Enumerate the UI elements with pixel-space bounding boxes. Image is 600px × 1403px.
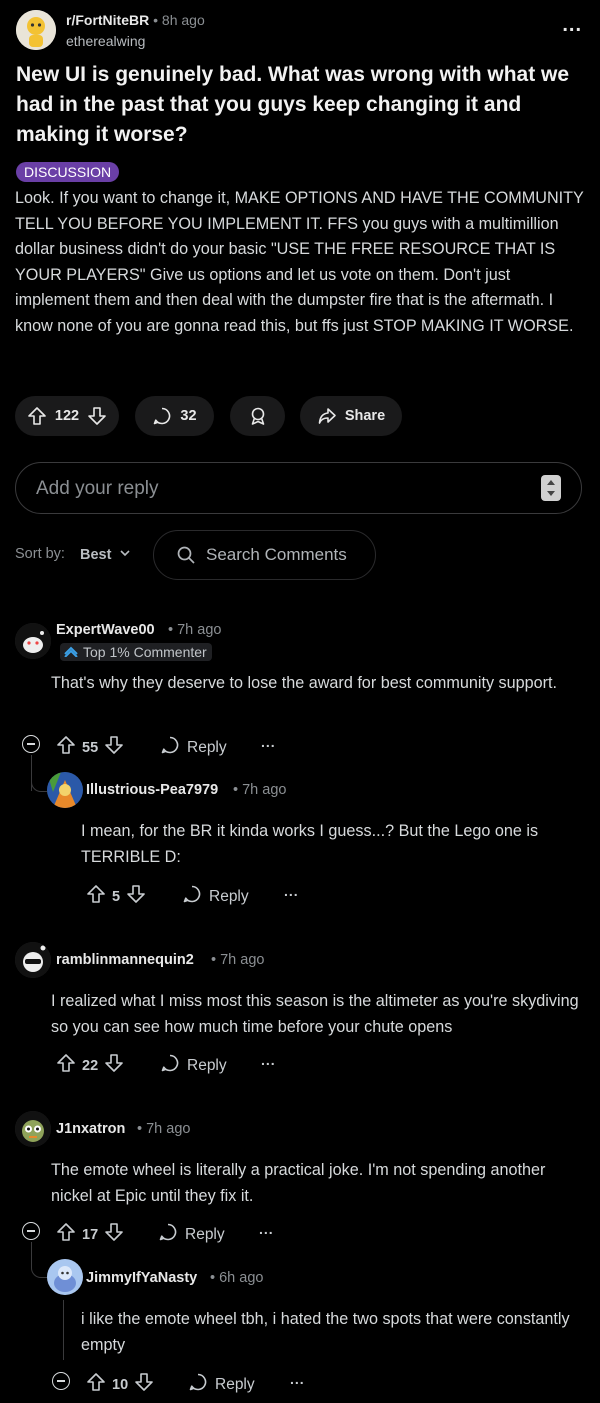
search-placeholder: Search Comments [206, 545, 347, 564]
reply-label: Reply [215, 1375, 255, 1393]
upvote-icon[interactable] [56, 735, 76, 760]
reply-button[interactable]: Reply [188, 1372, 255, 1397]
sort-value: Best [80, 547, 112, 563]
comments-button[interactable]: 32 [135, 396, 214, 436]
comment-icon [188, 1372, 208, 1397]
separator-dot: • [153, 12, 162, 28]
award-button[interactable] [230, 396, 285, 436]
reply-label: Reply [187, 1056, 227, 1074]
collapse-thread-icon[interactable] [52, 1372, 70, 1390]
comment-vote-control: 55 [56, 735, 124, 760]
post-body: Look. If you want to change it, MAKE OPT… [15, 189, 584, 335]
comment-time: • 7h ago [137, 1121, 191, 1137]
post-more-button[interactable]: ... [562, 14, 582, 37]
reply-label: Reply [187, 738, 227, 756]
comment-time: • 7h ago [168, 622, 222, 638]
comment-author[interactable]: JimmyIfYaNasty [86, 1270, 197, 1286]
reply-button[interactable]: Reply [160, 735, 227, 760]
sort-dropdown[interactable]: Best [80, 546, 131, 564]
avatar[interactable] [15, 1111, 51, 1147]
comment-text: That's why they deserve to lose the awar… [51, 674, 558, 692]
upvote-icon[interactable] [86, 1372, 106, 1397]
comment-vote-control: 5 [86, 884, 146, 909]
award-icon [248, 406, 268, 426]
comment-more-button[interactable]: ... [284, 883, 299, 899]
reply-label: Reply [185, 1225, 225, 1243]
comment-vote-control: 17 [56, 1222, 124, 1247]
comment-icon [152, 406, 172, 426]
comment-vote-count: 10 [112, 1376, 129, 1393]
collapse-thread-icon[interactable] [22, 735, 40, 753]
reply-button[interactable]: Reply [160, 1053, 227, 1078]
upvote-icon[interactable] [27, 406, 47, 426]
comment-icon [182, 884, 202, 909]
post-title: New UI is genuinely bad. What was wrong … [16, 63, 570, 146]
reply-scroll-handle[interactable] [541, 475, 561, 501]
comment-icon [158, 1222, 178, 1247]
comment-icon [160, 1053, 180, 1078]
downvote-icon[interactable] [104, 735, 124, 760]
upvote-icon[interactable] [86, 884, 106, 909]
downvote-icon[interactable] [104, 1222, 124, 1247]
collapse-thread-icon[interactable] [22, 1222, 40, 1240]
comment-more-button[interactable]: ... [290, 1371, 305, 1387]
vote-count: 122 [54, 408, 80, 424]
reply-button[interactable]: Reply [182, 884, 249, 909]
avatar[interactable] [47, 772, 83, 808]
comment-vote-control: 10 [86, 1372, 154, 1397]
upvote-icon[interactable] [56, 1222, 76, 1247]
comment-vote-count: 5 [112, 888, 121, 905]
badge-icon [64, 643, 78, 661]
comment-more-button[interactable]: ... [261, 1052, 276, 1068]
comment-vote-control: 22 [56, 1053, 124, 1078]
share-button[interactable]: Share [300, 396, 402, 436]
chevron-down-icon [119, 546, 131, 564]
post-meta: r/FortNiteBR • 8h ago [66, 12, 205, 28]
downvote-icon[interactable] [126, 884, 146, 909]
comment-text: The emote wheel is literally a practical… [51, 1161, 546, 1205]
vote-pill: 122 [15, 396, 119, 436]
subreddit-avatar[interactable] [16, 10, 56, 50]
sort-label: Sort by: [15, 546, 65, 562]
comment-author[interactable]: ramblinmannequin2 [56, 952, 194, 968]
search-icon [176, 545, 196, 570]
comment-icon [160, 735, 180, 760]
post-time: 8h ago [161, 12, 205, 28]
upvote-icon[interactable] [56, 1053, 76, 1078]
comment-text: I realized what I miss most this season … [51, 992, 579, 1036]
comment-vote-count: 55 [82, 739, 99, 756]
comment-text: I mean, for the BR it kinda works I gues… [81, 822, 539, 866]
comment-author[interactable]: ExpertWave00 [56, 622, 155, 638]
comment-more-button[interactable]: ... [259, 1221, 274, 1237]
comment-time: • 6h ago [210, 1270, 264, 1286]
thread-line [63, 1300, 64, 1360]
downvote-icon[interactable] [104, 1053, 124, 1078]
comment-text: i like the emote wheel tbh, i hated the … [81, 1310, 570, 1354]
commenter-badge: Top 1% Commenter [60, 643, 212, 661]
share-label: Share [344, 408, 386, 424]
avatar[interactable] [15, 623, 51, 659]
badge-label: Top 1% Commenter [83, 644, 207, 660]
comment-vote-count: 17 [82, 1226, 99, 1243]
reply-placeholder: Add your reply [36, 478, 159, 499]
avatar[interactable] [15, 942, 51, 978]
downvote-icon[interactable] [134, 1372, 154, 1397]
share-icon [317, 406, 337, 426]
comment-time: • 7h ago [211, 952, 265, 968]
subreddit-name[interactable]: r/FortNiteBR [66, 12, 149, 28]
reply-label: Reply [209, 887, 249, 905]
comment-author[interactable]: J1nxatron [56, 1121, 125, 1137]
comment-vote-count: 22 [82, 1057, 99, 1074]
post-author[interactable]: etherealwing [66, 33, 145, 49]
comment-more-button[interactable]: ... [261, 734, 276, 750]
downvote-icon[interactable] [87, 406, 107, 426]
avatar[interactable] [47, 1259, 83, 1295]
post-flair[interactable]: DISCUSSION [16, 162, 120, 182]
comment-count: 32 [180, 408, 197, 424]
comment-time: • 7h ago [233, 782, 287, 798]
comment-author[interactable]: Illustrious-Pea7979 [86, 782, 218, 798]
reply-button[interactable]: Reply [158, 1222, 225, 1247]
